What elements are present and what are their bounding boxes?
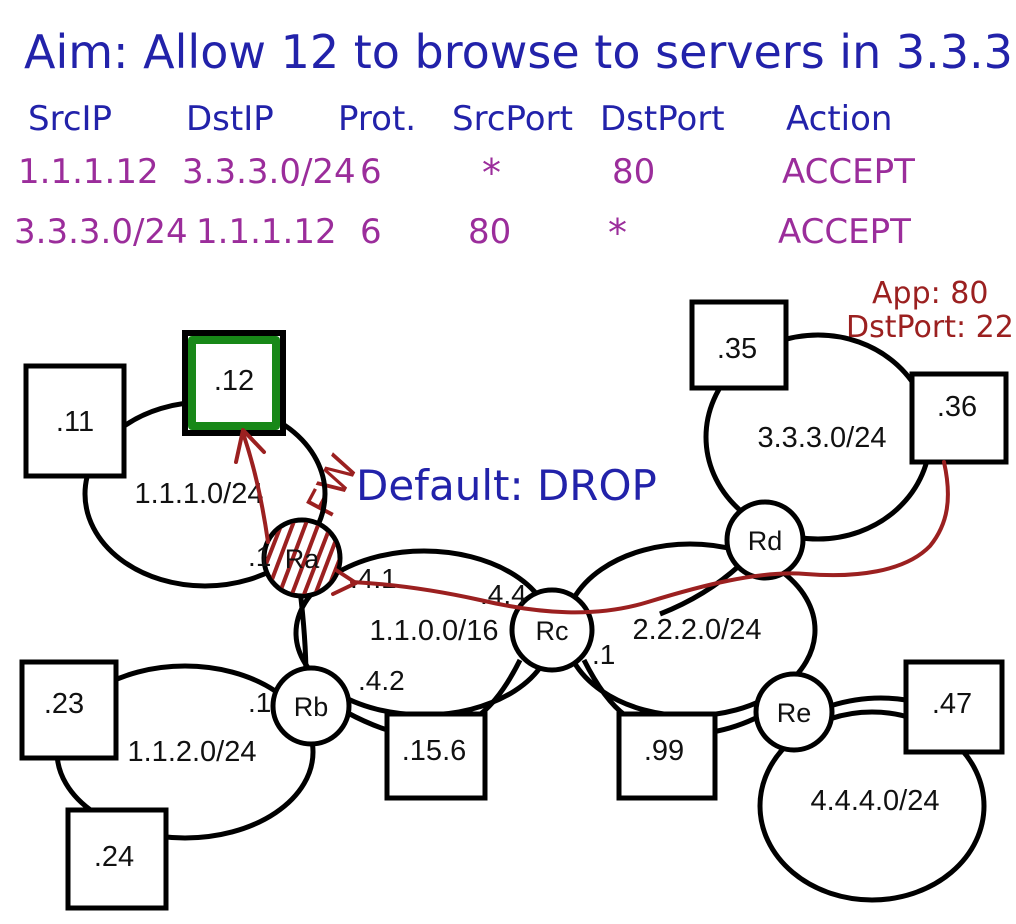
traffic-flow-path: [350, 460, 950, 615]
traffic-arrowhead-ra: [331, 568, 358, 596]
diagram-canvas: Aim: Allow 12 to browse to servers in 3.…: [0, 0, 1016, 924]
traffic-path-layer: [234, 428, 950, 615]
